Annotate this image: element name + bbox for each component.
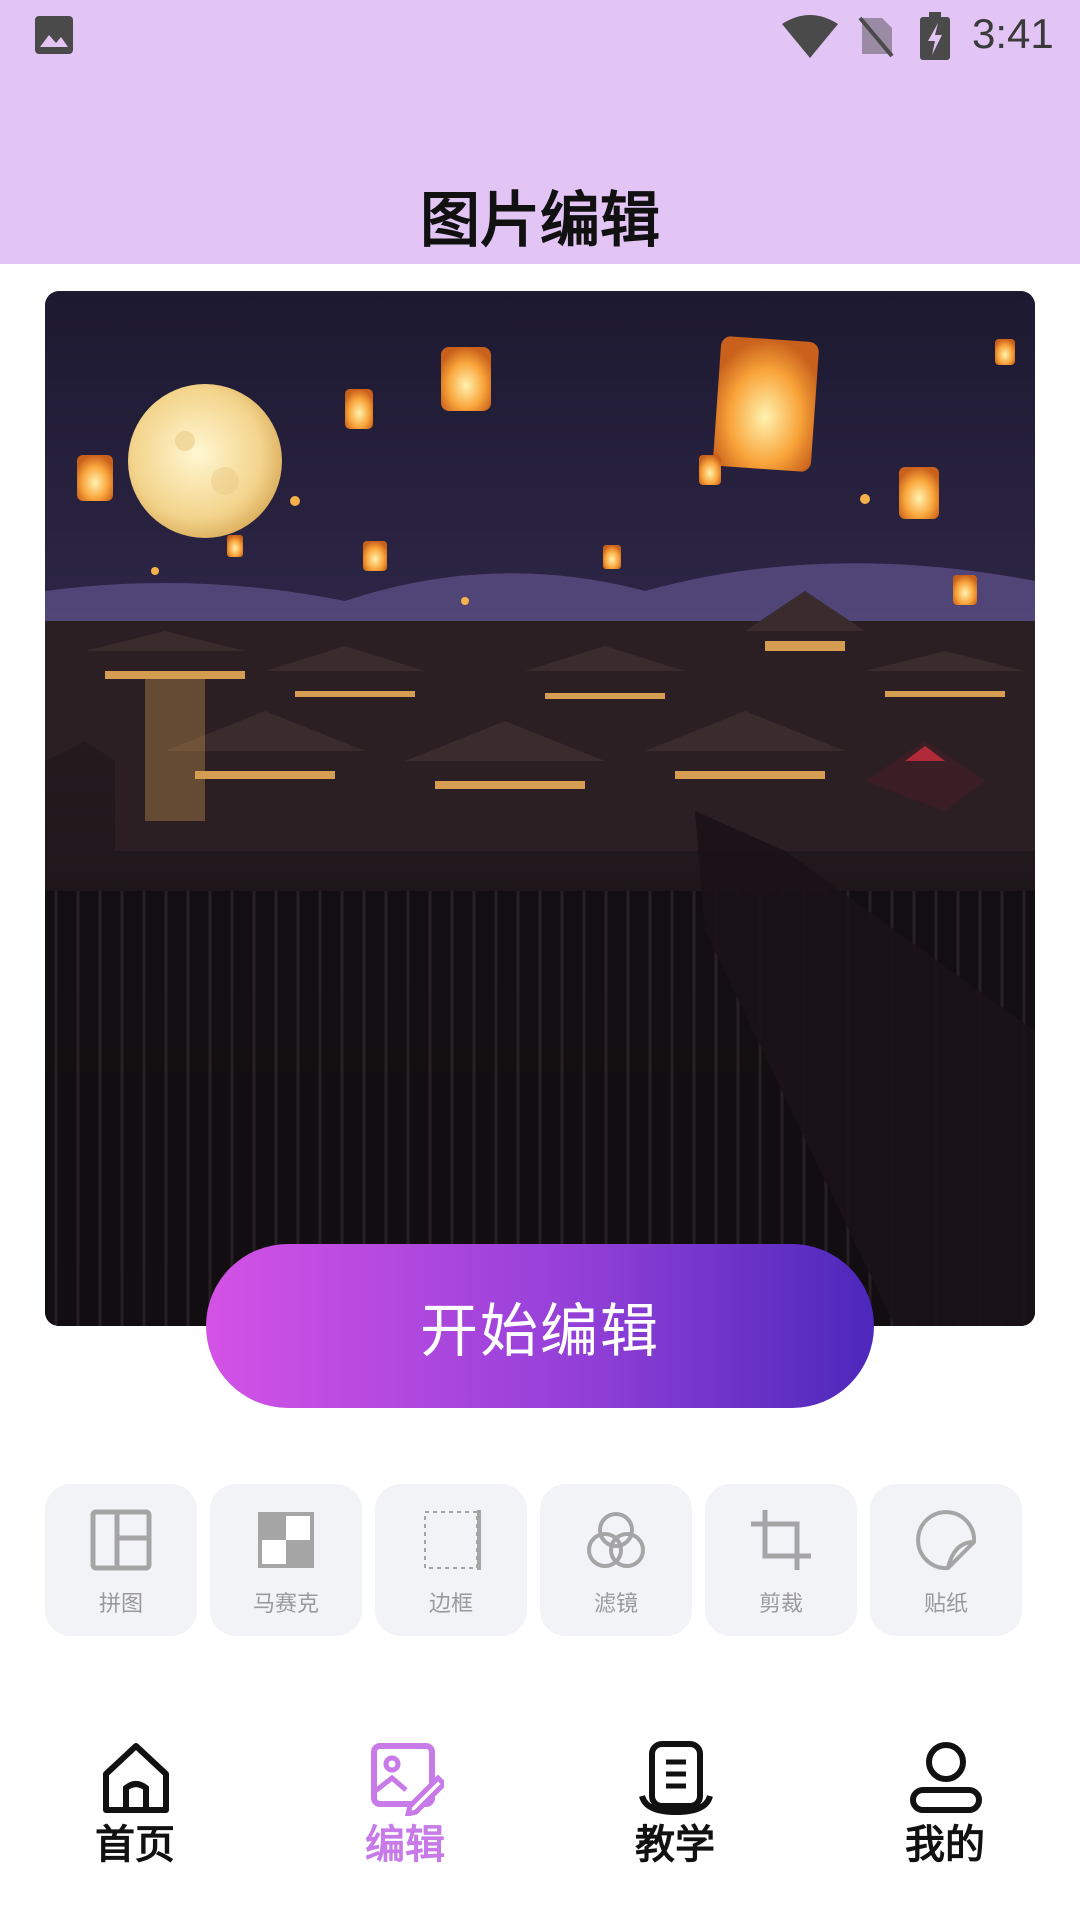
battery-charging-icon [920,12,950,60]
nav-label: 首页 [95,1822,175,1868]
mosaic-icon [258,1512,314,1568]
app-bar: 图片编辑 [0,74,1080,264]
nav-label: 我的 [905,1822,985,1868]
tool-border[interactable]: 边框 [375,1484,527,1636]
edit-image-icon [371,1743,444,1816]
tool-label: 贴纸 [923,1592,968,1617]
tool-label: 拼图 [98,1592,143,1617]
tool-label: 边框 [428,1592,473,1617]
tool-crop[interactable]: 剪裁 [705,1484,857,1636]
tool-row: 拼图 马赛克 边框 滤镜 剪裁 贴纸 [45,1484,1035,1636]
image-icon [35,16,73,54]
tutorial-icon [639,1741,713,1816]
nav-item-edit[interactable]: 编辑 [270,1720,540,1870]
filter-icon [587,1512,645,1568]
nav-label: 编辑 [365,1822,445,1868]
no-sim-icon [858,16,894,58]
tool-filter[interactable]: 滤镜 [540,1484,692,1636]
page-title: 图片编辑 [420,186,660,256]
tool-label: 剪裁 [758,1592,803,1617]
nav-item-home[interactable]: 首页 [0,1720,270,1870]
tool-label: 马赛克 [252,1592,319,1617]
tool-collage[interactable]: 拼图 [45,1484,197,1636]
bottom-nav: 首页 编辑 教学 我的 [0,1720,1080,1920]
profile-icon [910,1742,982,1813]
nav-label: 教学 [635,1822,715,1868]
wifi-icon [782,15,838,58]
sticker-icon [916,1510,977,1571]
tool-sticker[interactable]: 贴纸 [870,1484,1022,1636]
start-editing-label: 开始编辑 [419,1297,660,1365]
home-icon [103,1743,169,1813]
tool-label: 滤镜 [593,1592,638,1617]
status-bar: 3:41 [0,0,1080,74]
border-icon [424,1510,481,1570]
crop-icon [751,1510,811,1570]
hero-image [45,291,1035,1326]
collage-icon [90,1509,152,1571]
start-editing-button[interactable]: 开始编辑 [206,1244,874,1408]
nav-item-tutorial[interactable]: 教学 [540,1720,810,1870]
tool-mosaic[interactable]: 马赛克 [210,1484,362,1636]
nav-item-profile[interactable]: 我的 [810,1720,1080,1870]
status-time: 3:41 [972,10,1054,57]
